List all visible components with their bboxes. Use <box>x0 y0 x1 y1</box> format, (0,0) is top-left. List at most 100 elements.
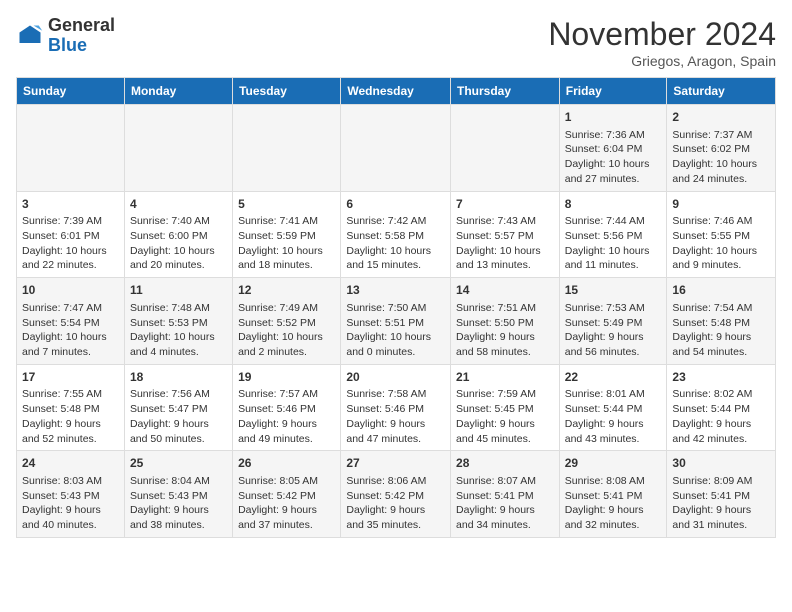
day-info: Daylight: 9 hours and 37 minutes. <box>238 503 335 532</box>
day-info: Sunrise: 8:07 AM <box>456 474 554 489</box>
calendar-cell: 9Sunrise: 7:46 AMSunset: 5:55 PMDaylight… <box>667 191 776 278</box>
day-number: 16 <box>672 282 770 299</box>
calendar-cell <box>451 105 560 192</box>
calendar-cell: 25Sunrise: 8:04 AMSunset: 5:43 PMDayligh… <box>124 451 232 538</box>
day-number: 29 <box>565 455 662 472</box>
calendar-cell: 20Sunrise: 7:58 AMSunset: 5:46 PMDayligh… <box>341 364 451 451</box>
day-info: Sunset: 5:41 PM <box>672 489 770 504</box>
day-info: Daylight: 10 hours and 24 minutes. <box>672 157 770 186</box>
day-info: Sunset: 5:52 PM <box>238 316 335 331</box>
calendar-cell: 1 Sunrise: 7:36 AMSunset: 6:04 PMDaylight… <box>559 105 667 192</box>
day-number: 27 <box>346 455 445 472</box>
day-info: Sunset: 5:42 PM <box>346 489 445 504</box>
day-number: 23 <box>672 369 770 386</box>
month-title: November 2024 <box>548 16 776 53</box>
calendar-cell <box>17 105 125 192</box>
calendar-cell: 24Sunrise: 8:03 AMSunset: 5:43 PMDayligh… <box>17 451 125 538</box>
day-info: Sunrise: 7:37 AM <box>672 128 770 143</box>
day-info: Daylight: 9 hours and 54 minutes. <box>672 330 770 359</box>
calendar-cell: 17Sunrise: 7:55 AMSunset: 5:48 PMDayligh… <box>17 364 125 451</box>
day-number: 15 <box>565 282 662 299</box>
day-number: 17 <box>22 369 119 386</box>
day-info: Sunrise: 7:36 AM <box>565 128 662 143</box>
logo-blue: Blue <box>48 35 87 55</box>
day-info: Sunset: 5:59 PM <box>238 229 335 244</box>
calendar-cell: 3Sunrise: 7:39 AMSunset: 6:01 PMDaylight… <box>17 191 125 278</box>
day-number: 14 <box>456 282 554 299</box>
day-info: Daylight: 10 hours and 13 minutes. <box>456 244 554 273</box>
day-number: 11 <box>130 282 227 299</box>
day-info: Daylight: 9 hours and 32 minutes. <box>565 503 662 532</box>
calendar-cell: 22Sunrise: 8:01 AMSunset: 5:44 PMDayligh… <box>559 364 667 451</box>
weekday-header-row: SundayMondayTuesdayWednesdayThursdayFrid… <box>17 78 776 105</box>
day-info: Daylight: 10 hours and 27 minutes. <box>565 157 662 186</box>
day-info: Sunset: 6:00 PM <box>130 229 227 244</box>
day-info: Sunset: 5:56 PM <box>565 229 662 244</box>
day-number: 26 <box>238 455 335 472</box>
day-info: Daylight: 9 hours and 47 minutes. <box>346 417 445 446</box>
calendar-cell: 12Sunrise: 7:49 AMSunset: 5:52 PMDayligh… <box>233 278 341 365</box>
calendar-cell: 2Sunrise: 7:37 AMSunset: 6:02 PMDaylight… <box>667 105 776 192</box>
calendar-cell: 13Sunrise: 7:50 AMSunset: 5:51 PMDayligh… <box>341 278 451 365</box>
logo-icon <box>16 22 44 50</box>
day-info: Daylight: 9 hours and 56 minutes. <box>565 330 662 359</box>
calendar-cell: 4Sunrise: 7:40 AMSunset: 6:00 PMDaylight… <box>124 191 232 278</box>
day-number: 24 <box>22 455 119 472</box>
day-info: Daylight: 10 hours and 15 minutes. <box>346 244 445 273</box>
day-info: Sunrise: 7:39 AM <box>22 214 119 229</box>
day-info: Sunrise: 7:58 AM <box>346 387 445 402</box>
day-info: Sunset: 5:44 PM <box>565 402 662 417</box>
weekday-header-saturday: Saturday <box>667 78 776 105</box>
day-info: Sunset: 6:04 PM <box>565 142 662 157</box>
calendar-cell: 5Sunrise: 7:41 AMSunset: 5:59 PMDaylight… <box>233 191 341 278</box>
day-info: Sunset: 5:58 PM <box>346 229 445 244</box>
title-block: November 2024 Griegos, Aragon, Spain <box>548 16 776 69</box>
day-info: Sunrise: 7:48 AM <box>130 301 227 316</box>
calendar-cell: 10Sunrise: 7:47 AMSunset: 5:54 PMDayligh… <box>17 278 125 365</box>
day-info: Sunrise: 7:54 AM <box>672 301 770 316</box>
day-info: Sunrise: 7:49 AM <box>238 301 335 316</box>
day-number: 7 <box>456 196 554 213</box>
day-info: Sunrise: 8:05 AM <box>238 474 335 489</box>
day-info: Sunset: 5:41 PM <box>456 489 554 504</box>
day-number: 1 <box>565 109 662 126</box>
day-info: Daylight: 9 hours and 34 minutes. <box>456 503 554 532</box>
day-info: Sunset: 5:46 PM <box>238 402 335 417</box>
day-number: 28 <box>456 455 554 472</box>
calendar-cell: 18Sunrise: 7:56 AMSunset: 5:47 PMDayligh… <box>124 364 232 451</box>
day-info: Sunset: 5:43 PM <box>130 489 227 504</box>
location-subtitle: Griegos, Aragon, Spain <box>548 53 776 69</box>
day-number: 22 <box>565 369 662 386</box>
calendar-cell: 6Sunrise: 7:42 AMSunset: 5:58 PMDaylight… <box>341 191 451 278</box>
day-number: 18 <box>130 369 227 386</box>
calendar-cell: 8Sunrise: 7:44 AMSunset: 5:56 PMDaylight… <box>559 191 667 278</box>
day-info: Sunset: 5:54 PM <box>22 316 119 331</box>
day-number: 3 <box>22 196 119 213</box>
day-info: Sunset: 5:43 PM <box>22 489 119 504</box>
calendar-cell: 29Sunrise: 8:08 AMSunset: 5:41 PMDayligh… <box>559 451 667 538</box>
day-number: 12 <box>238 282 335 299</box>
day-info: Daylight: 9 hours and 50 minutes. <box>130 417 227 446</box>
day-info: Sunset: 5:55 PM <box>672 229 770 244</box>
weekday-header-tuesday: Tuesday <box>233 78 341 105</box>
day-info: Daylight: 10 hours and 11 minutes. <box>565 244 662 273</box>
calendar-cell: 21Sunrise: 7:59 AMSunset: 5:45 PMDayligh… <box>451 364 560 451</box>
day-info: Daylight: 9 hours and 31 minutes. <box>672 503 770 532</box>
day-info: Daylight: 10 hours and 0 minutes. <box>346 330 445 359</box>
day-info: Sunset: 5:53 PM <box>130 316 227 331</box>
weekday-header-friday: Friday <box>559 78 667 105</box>
calendar-cell: 28 Sunrise: 8:07 AMSunset: 5:41 PMDayligh… <box>451 451 560 538</box>
day-info: Sunset: 5:45 PM <box>456 402 554 417</box>
day-number: 9 <box>672 196 770 213</box>
calendar-cell <box>124 105 232 192</box>
day-info: Sunrise: 8:03 AM <box>22 474 119 489</box>
calendar-cell: 23Sunrise: 8:02 AMSunset: 5:44 PMDayligh… <box>667 364 776 451</box>
day-info: Sunrise: 7:47 AM <box>22 301 119 316</box>
calendar-cell: 19Sunrise: 7:57 AMSunset: 5:46 PMDayligh… <box>233 364 341 451</box>
day-info: Daylight: 10 hours and 7 minutes. <box>22 330 119 359</box>
calendar-table: SundayMondayTuesdayWednesdayThursdayFrid… <box>16 77 776 538</box>
calendar-cell: 14Sunrise: 7:51 AMSunset: 5:50 PMDayligh… <box>451 278 560 365</box>
day-info: Sunrise: 8:09 AM <box>672 474 770 489</box>
day-info: Daylight: 9 hours and 38 minutes. <box>130 503 227 532</box>
day-info: Sunrise: 8:06 AM <box>346 474 445 489</box>
